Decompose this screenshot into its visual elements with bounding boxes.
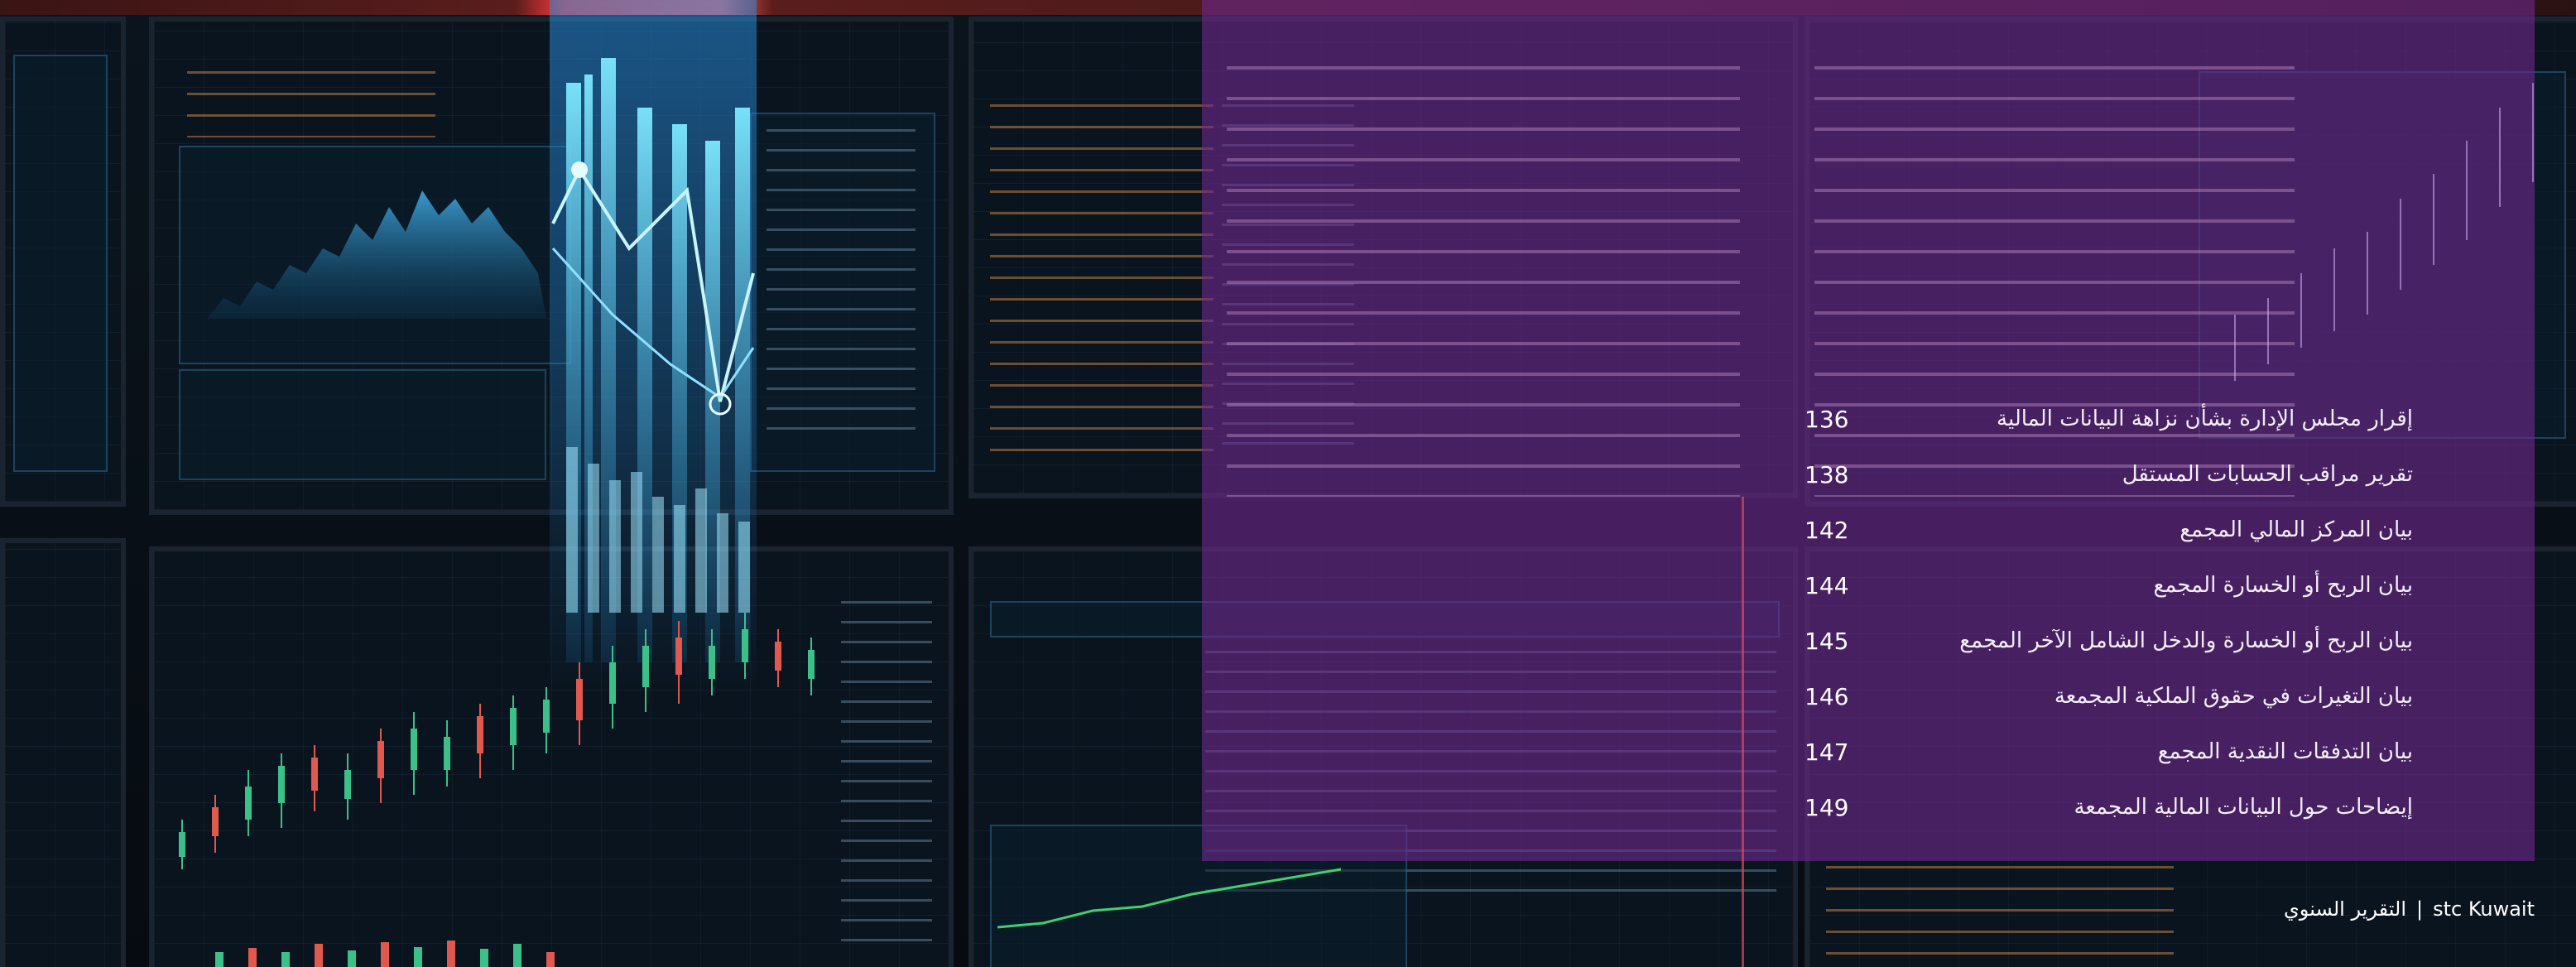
toc-item[interactable]: إيضاحات حول البيانات المالية المجمعة 149 [1805,791,2413,824]
toc-item[interactable]: إقرار مجلس الإدارة بشأن نزاهة البيانات ا… [1805,402,2413,435]
toc-item-page: 149 [1805,793,1849,821]
toc-item[interactable]: بيان المركز المالي المجمع 142 [1805,513,2413,546]
toc-item[interactable]: تقرير مراقب الحسابات المستقل 138 [1805,458,2413,491]
toc-item-page: 144 [1805,571,1849,599]
toc-item-page: 138 [1805,460,1849,488]
red-guide-line [1742,497,1744,967]
toc-item[interactable]: بيان الربح أو الخسارة والدخل الشامل الآخ… [1805,624,2413,657]
toc-item[interactable]: بيان التغيرات في حقوق الملكية المجمعة 14… [1805,680,2413,713]
toc-item-title: إيضاحات حول البيانات المالية المجمعة [2074,795,2413,820]
footer-company: stc Kuwait [2433,897,2535,921]
toc-item[interactable]: بيان الربح أو الخسارة المجمع 144 [1805,569,2413,602]
toc-item-page: 136 [1805,405,1849,433]
toc-item[interactable]: بيان التدفقات النقدية المجمع 147 [1805,735,2413,768]
toc-item-title: تقرير مراقب الحسابات المستقل [2122,462,2413,487]
toc-item-page: 145 [1805,627,1849,655]
footer-report-label: التقرير السنوي [2284,897,2406,921]
toc-item-title: بيان التدفقات النقدية المجمع [2157,739,2413,764]
footer-separator: | [2416,897,2424,921]
toc-item-page: 142 [1805,516,1849,544]
toc-item-title: بيان المركز المالي المجمع [2180,517,2413,542]
page-footer: التقرير السنوي | stc Kuwait [2284,897,2535,921]
toc-item-title: بيان الربح أو الخسارة والدخل الشامل الآخ… [1959,628,2413,653]
toc-item-title: بيان التغيرات في حقوق الملكية المجمعة [2054,684,2413,709]
toc-item-title: إقرار مجلس الإدارة بشأن نزاهة البيانات ا… [1997,407,2413,431]
toc-item-title: بيان الربح أو الخسارة المجمع [2153,573,2414,598]
toc-item-page: 147 [1805,738,1849,766]
toc-item-page: 146 [1805,682,1849,710]
